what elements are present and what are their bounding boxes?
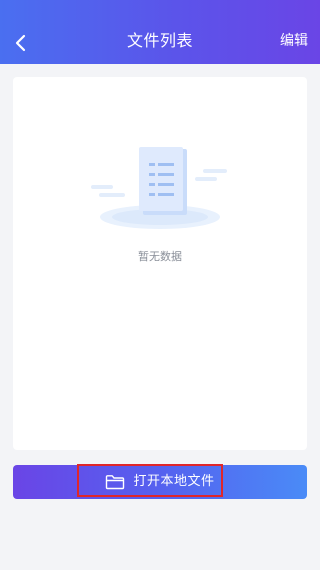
open-local-file-label: 打开本地文件 bbox=[133, 474, 215, 489]
open-local-file-button[interactable]: 打开本地文件 bbox=[13, 464, 307, 499]
app-header: 文件列表 编辑 bbox=[0, 0, 320, 64]
empty-state-message: 暂无数据 bbox=[138, 250, 182, 263]
folder-icon bbox=[105, 474, 125, 490]
open-local-file-content: 打开本地文件 bbox=[13, 465, 307, 499]
edit-button[interactable]: 编辑 bbox=[280, 31, 308, 51]
file-list-panel: 暂无数据 bbox=[13, 77, 307, 450]
page-title: 文件列表 bbox=[126, 31, 193, 50]
empty-document-icon bbox=[91, 147, 227, 229]
